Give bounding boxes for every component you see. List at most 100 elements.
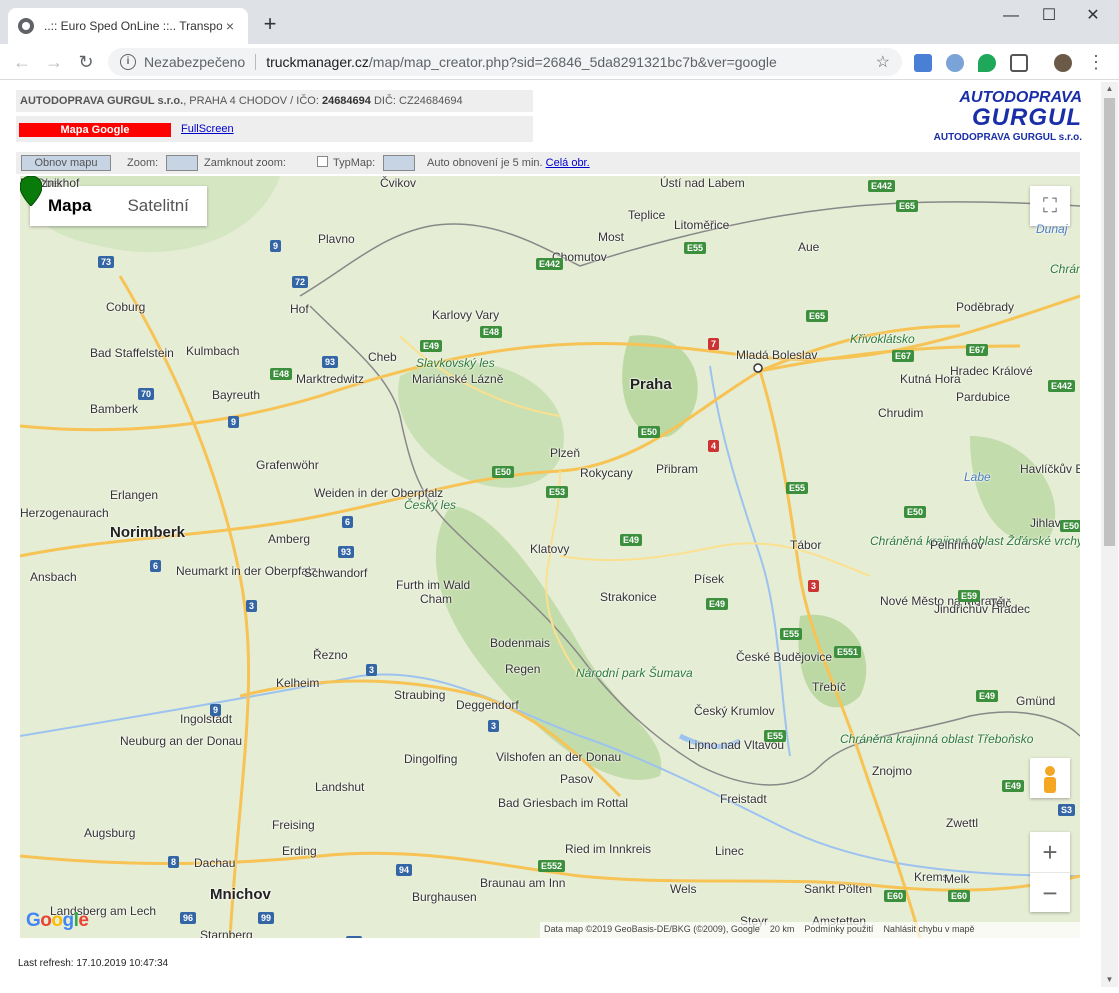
vehicle-marker-icon[interactable] (20, 176, 42, 206)
menu-icon[interactable]: ⋮ (1084, 50, 1108, 74)
map-town-label: Přibram (656, 462, 699, 476)
zoom-in-button[interactable]: + (1030, 832, 1070, 872)
url-text[interactable]: truckmanager.cz/map/map_creator.php?sid=… (266, 54, 875, 70)
typmap-input[interactable] (383, 155, 415, 171)
map-town-label: Dachau (194, 856, 236, 870)
road-shield: 6 (150, 560, 162, 572)
extension-icon[interactable] (946, 54, 964, 72)
map-town-label: Gmünd (1016, 694, 1056, 708)
zoom-input[interactable] (166, 155, 198, 171)
browser-tab[interactable]: ..:: Euro Sped OnLine ::.. Transport × (8, 8, 248, 44)
road-shield: 4 (708, 440, 720, 452)
road-shield: E442 (1048, 380, 1076, 392)
map-scale[interactable]: 20 km (770, 924, 795, 936)
zoom-out-button[interactable]: − (1030, 872, 1070, 912)
page-scrollbar[interactable]: ▲ ▼ (1101, 82, 1118, 987)
map-town-label: Amberg (268, 532, 311, 546)
map-town-label: Bodenmais (490, 636, 551, 650)
map-town-label: Ingolstadt (180, 712, 233, 726)
lock-zoom-label: Zamknout zoom: (204, 157, 286, 169)
road-shield: 3 (366, 664, 378, 676)
road-shield: E65 (806, 310, 829, 322)
map-attribution: Data map ©2019 GeoBasis-DE/BKG (©2009), … (540, 922, 1080, 938)
map-town-label: Sankt Pölten (804, 882, 873, 896)
road-shield: E49 (620, 534, 643, 546)
bookmark-star-icon[interactable]: ☆ (876, 52, 890, 72)
map-town-label: Braunau am Inn (480, 876, 566, 890)
back-button[interactable]: ← (10, 50, 34, 74)
road-shield: 94 (396, 864, 413, 876)
map-town-label: Bad Griesbach im Rottal (498, 796, 629, 810)
map-town-label: Cheb (368, 350, 397, 364)
forward-button[interactable]: → (42, 50, 66, 74)
map-town-label: Deggendorf (456, 698, 519, 712)
road-shield: E50 (638, 426, 661, 438)
pegman-icon[interactable] (1030, 758, 1070, 798)
new-tab-button[interactable]: + (258, 12, 282, 36)
map-google-button[interactable]: Mapa Google (19, 123, 171, 137)
road-shield: 93 (338, 546, 355, 558)
refresh-map-button[interactable]: Obnov mapu (21, 155, 111, 171)
road-shield: E50 (904, 506, 927, 518)
last-refresh-text: Last refresh: 17.10.2019 10:47:34 (18, 958, 169, 969)
map-town-label: Mnichov (210, 886, 271, 903)
map-town-label: Mladá Boleslav (736, 348, 818, 362)
tab-close-icon[interactable]: × (222, 18, 238, 34)
scroll-up-icon[interactable]: ▲ (1101, 82, 1118, 96)
auto-refresh-text: Auto obnovení je 5 min. Celá obr. (427, 157, 590, 169)
company-ico: 24684694 (321, 95, 371, 107)
lock-zoom-checkbox[interactable] (317, 156, 328, 167)
map-town-label: Křivoklátsko (850, 332, 915, 346)
info-icon[interactable]: i (120, 54, 136, 70)
scrollbar-thumb[interactable] (1104, 98, 1115, 546)
company-address: , PRAHA 4 CHODOV / IČO: (183, 95, 322, 107)
road-shield: E67 (892, 350, 915, 362)
scroll-down-icon[interactable]: ▼ (1101, 973, 1118, 987)
road-shield: 3 (488, 720, 500, 732)
url-path: /map/map_creator.php?sid=26846_5da829132… (368, 54, 777, 70)
minimize-button[interactable]: — (996, 6, 1026, 26)
road-shield: E67 (966, 344, 989, 356)
address-bar[interactable]: i Nezabezpečeno truckmanager.cz/map/map_… (108, 48, 902, 76)
translate-extension-icon[interactable] (914, 54, 932, 72)
report-error-link[interactable]: Nahlásit chybu v mapě (883, 924, 974, 936)
road-shield: E442 (536, 258, 564, 270)
map-town-label: Slavkovský les (416, 356, 495, 370)
map-town-label: Chrudim (878, 406, 924, 420)
maximize-button[interactable]: ☐ (1034, 6, 1064, 26)
full-screen-link[interactable]: Celá obr. (546, 157, 590, 169)
road-shield: E53 (546, 486, 569, 498)
map-town-label: Pasov (560, 772, 594, 786)
map-town-label: Kelheim (276, 676, 320, 690)
road-shield: E55 (786, 482, 809, 494)
profile-avatar[interactable] (1054, 54, 1072, 72)
map-type-satellite-button[interactable]: Satelitní (109, 186, 206, 226)
terms-link[interactable]: Podmínky použití (804, 924, 873, 936)
road-shield: 6 (342, 516, 354, 528)
road-shield: E551 (834, 646, 862, 658)
screenshot-extension-icon[interactable] (1010, 54, 1028, 72)
insecure-label: Nezabezpečeno (144, 54, 257, 70)
company-info: AUTODOPRAVA GURGUL s.r.o., PRAHA 4 CHODO… (16, 90, 533, 112)
map-town-label: Vilshofen an der Donau (496, 750, 622, 764)
road-shield: 96 (180, 912, 197, 924)
map-town-label: Ústí nad Labem (660, 176, 745, 190)
map-town-label: Mariánské Lázně (412, 372, 504, 386)
map-town-label: Neuburg an der Donau (120, 734, 243, 748)
map-town-label: Aue (798, 240, 820, 254)
map-town-label: Dunaj (1036, 222, 1068, 236)
road-shield: E49 (706, 598, 729, 610)
map-town-label: Třebíč (812, 680, 847, 694)
zoom-control: + − (1030, 832, 1070, 912)
reload-button[interactable]: ↻ (74, 50, 98, 74)
road-shield: E49 (1002, 780, 1025, 792)
close-window-button[interactable]: ✕ (1078, 6, 1108, 26)
road-shield: E552 (538, 860, 566, 872)
fullscreen-icon[interactable]: ⛶ (1030, 186, 1070, 226)
fullscreen-link[interactable]: FullScreen (181, 123, 234, 135)
map-town-label: Freising (272, 818, 315, 832)
map-town-label: Erlangen (110, 488, 159, 502)
map-town-label: Pardubice (956, 390, 1011, 404)
leaf-extension-icon[interactable] (978, 54, 996, 72)
google-map[interactable]: Mapa Satelitní ⛶ + − Oberhof Plavno Coburg… (20, 176, 1080, 938)
